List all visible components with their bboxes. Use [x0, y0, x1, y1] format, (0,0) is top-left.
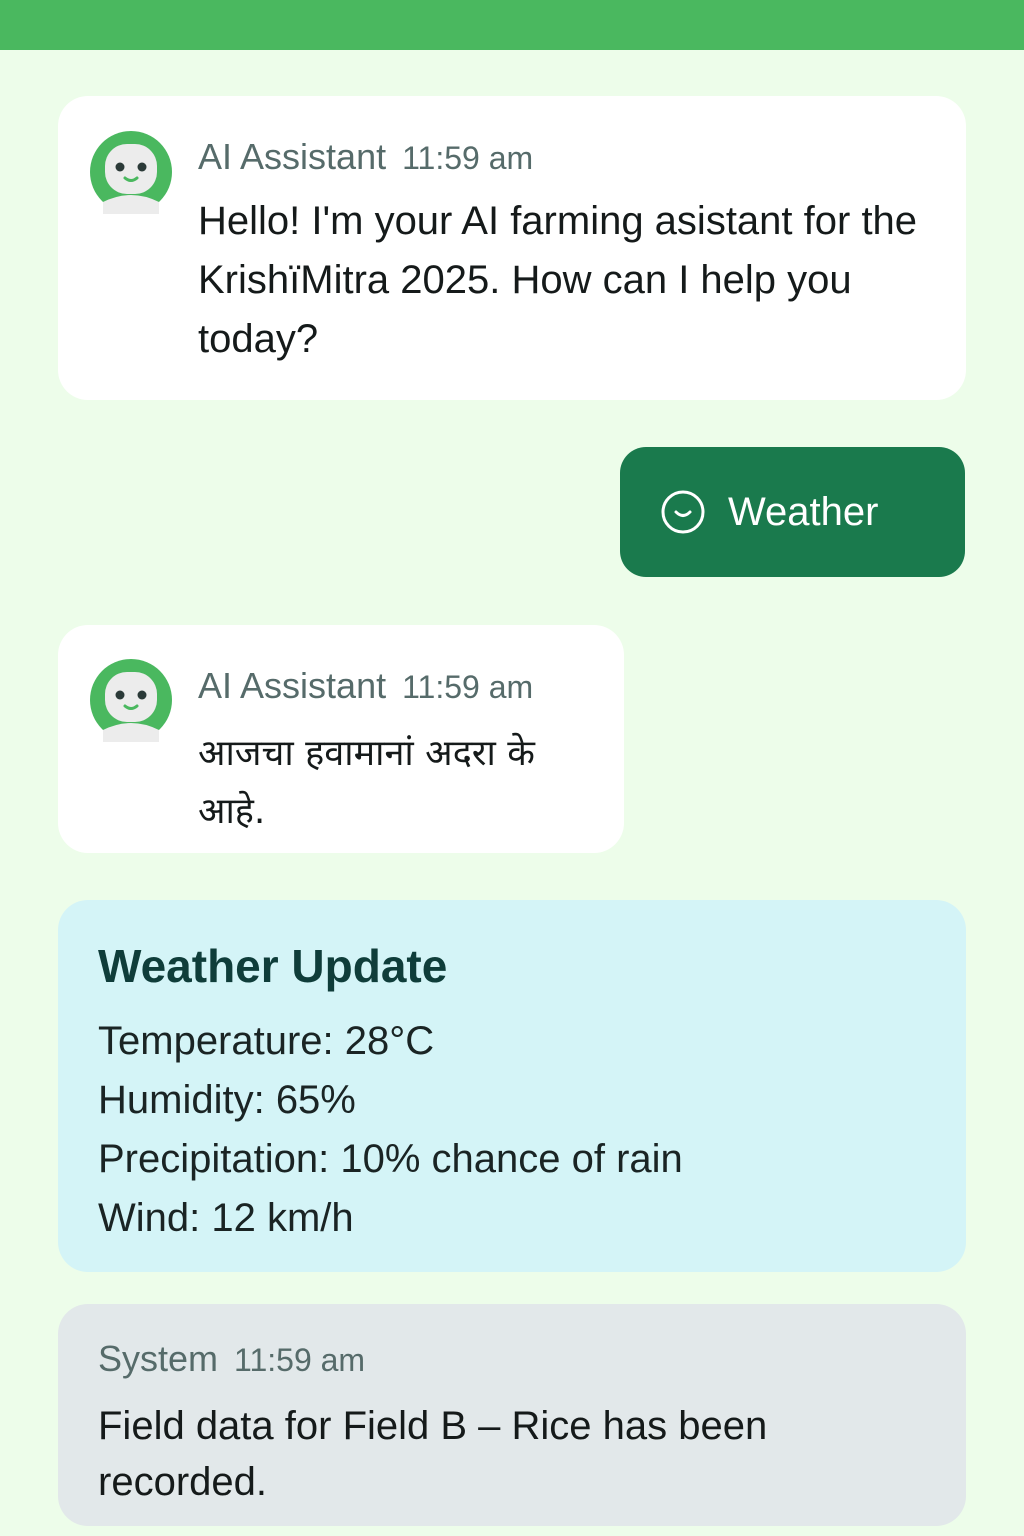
system-message: System 11:59 am Field data for Field B –… [58, 1304, 966, 1526]
precipitation-reading: Precipitation: 10% chance of rain [98, 1137, 683, 1181]
weather-update-title: Weather Update [98, 940, 448, 992]
weather-button-label: Weather [728, 489, 879, 534]
sender-name: AI Assistant [198, 665, 387, 706]
message-timestamp: 11:59 am [402, 669, 534, 705]
wind-reading: Wind: 12 km/h [98, 1196, 354, 1240]
chat-message-ai: AI Assistant 11:59 am आजचा हवामानां अदरा… [58, 625, 624, 853]
sender-name: System [98, 1338, 219, 1379]
message-text: Field data for Field B – Rice has been r… [98, 1404, 768, 1504]
sender-name: AI Assistant [198, 136, 387, 177]
message-text: आजचा हवामानां अदरा के आहे. [198, 733, 535, 832]
chat-message-ai: AI Assistant 11:59 am Hello! I'm your AI… [58, 96, 966, 400]
robot-avatar-icon [90, 659, 172, 742]
robot-avatar-icon [90, 131, 172, 214]
weather-quick-reply-button[interactable]: Weather [620, 447, 965, 577]
message-timestamp: 11:59 am [234, 1342, 366, 1378]
message-timestamp: 11:59 am [402, 140, 534, 176]
temperature-reading: Temperature: 28°C [98, 1019, 435, 1063]
top-app-bar [0, 0, 1024, 50]
clock-icon [661, 490, 705, 534]
weather-update-card: Weather Update Temperature: 28°C Humidit… [58, 900, 966, 1272]
humidity-reading: Humidity: 65% [98, 1078, 356, 1122]
message-text: Hello! I'm your AI farming asistant for … [198, 199, 918, 361]
